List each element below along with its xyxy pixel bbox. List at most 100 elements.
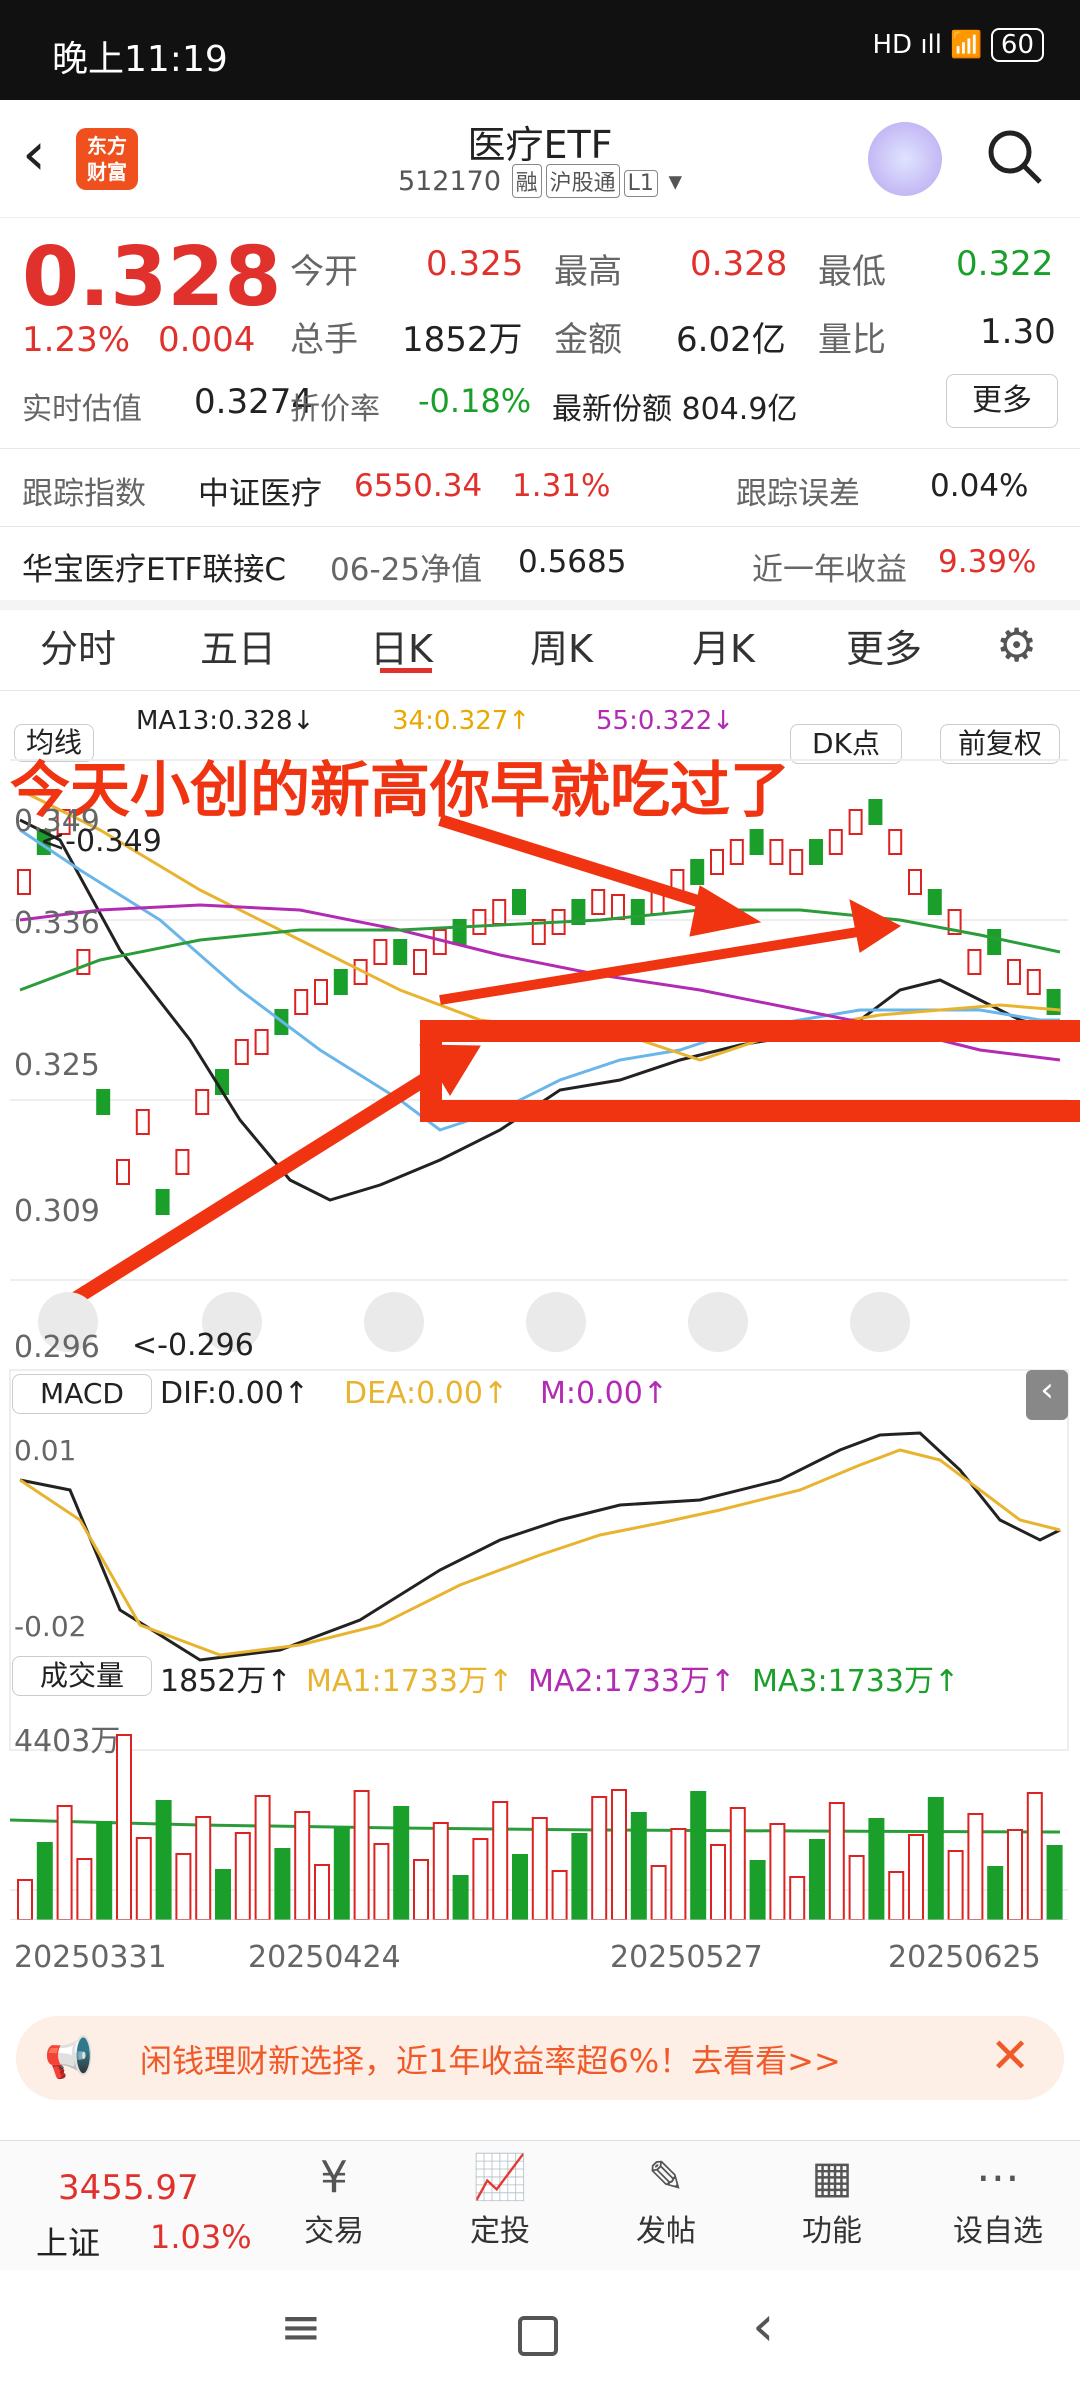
battery-icon: 60 xyxy=(990,28,1044,62)
macd-dea: DEA:0.00↑ xyxy=(344,1376,509,1411)
volume-bar xyxy=(551,1870,568,1920)
candle xyxy=(333,969,348,995)
volume-bar xyxy=(135,1837,152,1920)
nav-invest[interactable]: 📈 定投 xyxy=(420,2150,580,2250)
nav-label: 定投 xyxy=(470,2214,530,2249)
macd-dif: DIF:0.00↑ xyxy=(160,1376,309,1411)
volume-bar xyxy=(749,1860,766,1920)
candle xyxy=(393,939,408,965)
tab-5day[interactable]: 五日 xyxy=(200,618,276,673)
volume-bar xyxy=(729,1807,746,1920)
volume-bar xyxy=(215,1869,231,1920)
macd-tick-top: 0.01 xyxy=(14,1434,77,1467)
volume-bar xyxy=(690,1791,707,1920)
current-price: 0.328 xyxy=(22,230,282,325)
candle xyxy=(452,919,467,945)
volume-bar xyxy=(769,1823,786,1920)
nav-post[interactable]: ✎ 发帖 xyxy=(586,2150,746,2250)
more-dots-icon: ⋯ xyxy=(976,2152,1020,2203)
volume-ratio-label: 量比 xyxy=(818,320,886,360)
nav-label: 交易 xyxy=(304,2214,364,2249)
megaphone-icon: 📢 xyxy=(44,2035,94,2081)
tag-connect: 沪股通 xyxy=(545,164,620,198)
tab-monthly-k[interactable]: 月K xyxy=(692,618,755,673)
volume-bar xyxy=(1046,1845,1063,1920)
macd-select[interactable]: MACD xyxy=(12,1374,152,1414)
premium-value: -0.18% xyxy=(418,382,532,420)
volume-value: 1852万 xyxy=(402,320,523,360)
active-tab-underline xyxy=(380,668,432,673)
volume-bar xyxy=(234,1832,251,1920)
low-note: <-0.296 xyxy=(132,1328,254,1363)
price-tick-2: 0.336 xyxy=(14,906,100,941)
candle xyxy=(155,1189,170,1215)
volume-ma3: MA3:1733万↑ xyxy=(752,1664,960,1699)
robot-avatar-icon[interactable] xyxy=(868,122,942,196)
index-value[interactable]: 3455.97 xyxy=(58,2168,199,2208)
signal-icon: HD ıll 📶 xyxy=(872,30,983,60)
tab-more[interactable]: 更多 xyxy=(846,618,922,673)
back-nav-icon[interactable]: ‹ xyxy=(752,2294,774,2359)
menu-icon[interactable]: ≡ xyxy=(280,2298,322,2356)
promo-banner[interactable]: 📢 闲钱理财新选择，近1年收益率超6%！去看看>> ✕ xyxy=(16,2016,1064,2100)
tracking-error-value[interactable]: 0.04% xyxy=(930,468,1028,504)
candle xyxy=(809,839,823,865)
nav-functions[interactable]: ▦ 功能 xyxy=(752,2150,912,2250)
nav-watchlist[interactable]: ⋯ 设自选 xyxy=(918,2150,1078,2250)
candle xyxy=(234,1039,249,1065)
volume-bar xyxy=(650,1865,667,1920)
candle xyxy=(1007,959,1021,985)
volume-bar xyxy=(531,1817,548,1920)
volume-bar xyxy=(868,1818,885,1920)
volume-bar xyxy=(967,1813,984,1920)
nav-value: 0.5685 xyxy=(518,544,627,580)
price-pct: 1.23% xyxy=(22,320,131,360)
more-button[interactable]: 更多 xyxy=(946,374,1058,428)
volume-bar xyxy=(1026,1792,1043,1920)
volume-bar xyxy=(254,1795,271,1920)
system-nav: ≡ ‹ xyxy=(0,2270,1080,2400)
nav-trade[interactable]: ¥ 交易 xyxy=(254,2150,414,2250)
estimate-label: 实时估值 xyxy=(22,392,142,427)
annual-return-value[interactable]: 9.39% xyxy=(938,544,1036,580)
nav-label: 设自选 xyxy=(953,2214,1043,2249)
track-index-value: 6550.34 xyxy=(354,468,483,504)
premium-label: 折价率 xyxy=(290,392,380,427)
volume-bar xyxy=(353,1790,370,1920)
tab-intraday[interactable]: 分时 xyxy=(40,618,116,673)
settings-gear-icon[interactable]: ⚙ xyxy=(996,618,1037,672)
close-icon[interactable]: ✕ xyxy=(990,2028,1030,2084)
grid-icon: ▦ xyxy=(811,2152,853,2203)
volume-bar xyxy=(452,1875,469,1920)
status-icons: HD ıll 📶 60 xyxy=(872,28,1044,62)
low-value: 0.322 xyxy=(956,244,1054,284)
tag-margin: 融 xyxy=(511,164,542,198)
home-icon[interactable] xyxy=(518,2316,558,2356)
volume-current: 1852万↑ xyxy=(160,1664,292,1699)
track-index-name[interactable]: 中证医疗 xyxy=(198,468,322,513)
candle xyxy=(116,1159,130,1185)
volume-bar xyxy=(314,1864,330,1920)
volume-select[interactable]: 成交量 xyxy=(12,1656,152,1696)
linked-fund-name[interactable]: 华宝医疗ETF联接C xyxy=(22,544,286,589)
low-label: 最低 xyxy=(818,252,886,292)
search-icon[interactable] xyxy=(986,128,1044,186)
volume-bar xyxy=(611,1789,627,1920)
volume-bar xyxy=(56,1805,73,1920)
banner-text: 闲钱理财新选择，近1年收益率超6%！去看看>> xyxy=(140,2042,841,2080)
volume-ma2: MA2:1733万↑ xyxy=(528,1664,736,1699)
volume-bar xyxy=(195,1816,212,1920)
track-index-pct: 1.31% xyxy=(512,468,611,504)
tab-weekly-k[interactable]: 周K xyxy=(530,618,593,673)
collapse-panel-icon[interactable]: ‹ xyxy=(1026,1370,1068,1420)
tab-daily-k[interactable]: 日K xyxy=(370,618,433,673)
high-note: <-0.349 xyxy=(40,824,162,859)
candle xyxy=(195,1089,210,1115)
nav-label: 发帖 xyxy=(636,2214,696,2249)
volume-bars xyxy=(10,1734,1068,1920)
candle xyxy=(413,949,427,975)
candle xyxy=(512,889,526,915)
volume-bar xyxy=(512,1854,528,1920)
candle xyxy=(769,839,784,865)
volume-bar xyxy=(294,1811,311,1920)
